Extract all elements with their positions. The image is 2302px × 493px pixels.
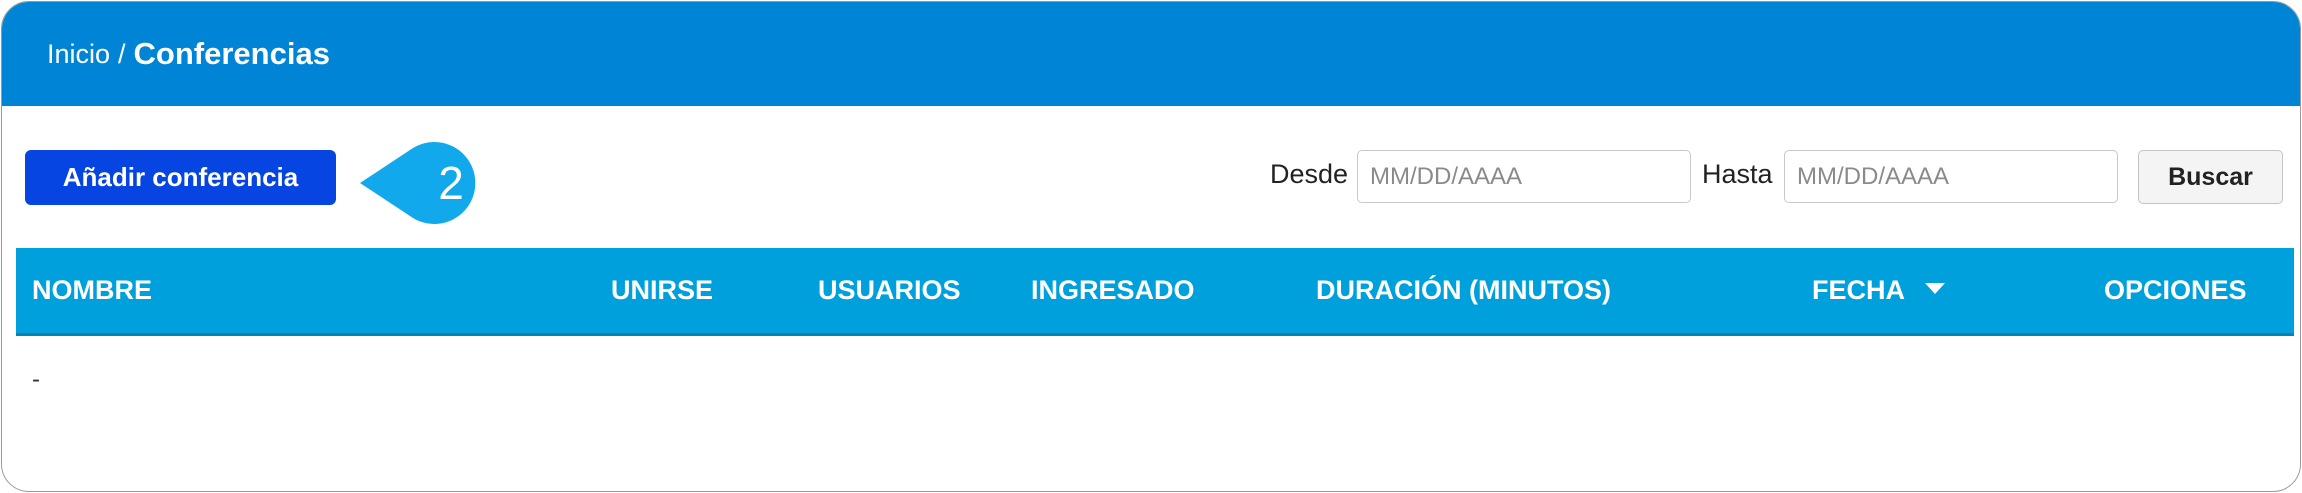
- table-row: -: [32, 366, 40, 394]
- search-button[interactable]: Buscar: [2138, 150, 2283, 204]
- column-header-ingresado: INGRESADO: [1031, 275, 1195, 305]
- page-header: Inicio / Conferencias: [2, 2, 2300, 106]
- column-header-usuarios: USUARIOS: [818, 275, 961, 305]
- column-header-nombre: NOMBRE: [32, 275, 152, 305]
- step-callout-number: 2: [438, 157, 464, 209]
- app-frame: Inicio / Conferencias Añadir conferencia…: [1, 1, 2301, 492]
- column-header-fecha[interactable]: FECHA: [1812, 248, 1945, 333]
- from-date-input[interactable]: [1357, 150, 1691, 203]
- to-date-input[interactable]: [1784, 150, 2118, 203]
- column-header-fecha-label: FECHA: [1812, 275, 1905, 305]
- column-header-duracion: DURACIÓN (MINUTOS): [1316, 275, 1611, 305]
- breadcrumb-current: Conferencias: [133, 36, 330, 71]
- breadcrumb-home[interactable]: Inicio: [47, 39, 110, 70]
- breadcrumb-separator: /: [118, 38, 126, 69]
- table-header: NOMBRE UNIRSE USUARIOS INGRESADO DURACIÓ…: [16, 248, 2294, 336]
- add-conference-button[interactable]: Añadir conferencia: [25, 150, 336, 205]
- to-label: Hasta: [1702, 159, 1773, 189]
- table-cell: -: [32, 366, 40, 393]
- column-header-opciones: OPCIONES: [2104, 275, 2247, 305]
- from-label: Desde: [1270, 159, 1349, 189]
- caret-down-icon[interactable]: [1925, 283, 1945, 295]
- column-header-unirse: UNIRSE: [611, 275, 714, 305]
